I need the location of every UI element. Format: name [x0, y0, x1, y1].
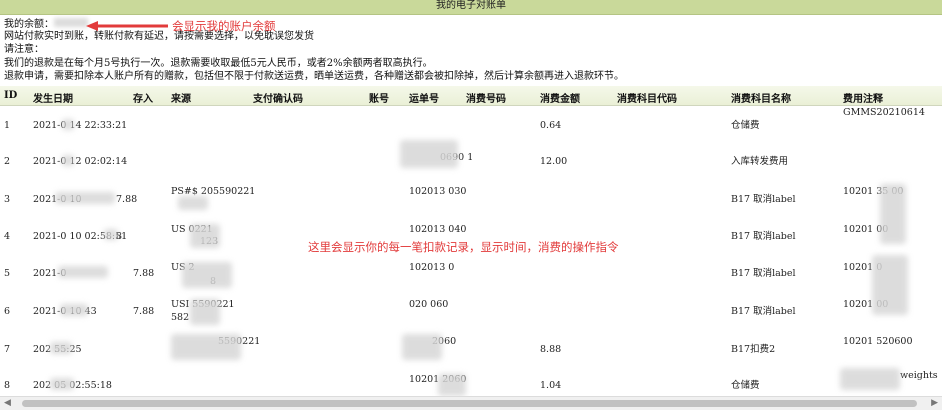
cell-date: 2021-0 12 02:02:14: [33, 156, 128, 167]
col-account: 账号: [369, 94, 389, 105]
redaction-smudge: [55, 192, 115, 204]
redaction-smudge: [190, 299, 220, 325]
cell-id: 3: [4, 194, 11, 205]
cell-confirm-code: 582: [171, 312, 190, 323]
cell-item-name: B17 取消label: [731, 268, 796, 279]
cell-deposit: 7.88: [133, 306, 155, 317]
info-line-refund-schedule: 我们的退款是在每个月5号执行一次。退款需要收取最低5元人民币，或者2%余额两者取…: [4, 58, 433, 69]
redaction-smudge: [104, 229, 118, 240]
records-annotation: 这里会显示你的每一笔扣款记录，显示时间，消费的操作指令: [308, 240, 619, 254]
scroll-right-arrow-icon[interactable]: ▶: [931, 398, 938, 408]
cell-item-name: 仓储费: [731, 120, 760, 131]
cell-deposit: 7.88: [116, 194, 138, 205]
page-title-bar: 我的电子对账单: [0, 0, 942, 15]
redaction-smudge: [182, 262, 232, 288]
redaction-smudge: [402, 334, 442, 360]
cell-item-name: B17扣费2: [731, 344, 776, 355]
col-note: 费用注释: [843, 94, 883, 105]
cell-waybill: 102013 030: [409, 186, 467, 197]
redaction-smudge: [880, 184, 906, 244]
cell-id: 5: [4, 268, 11, 279]
cell-waybill: 102013 0: [409, 262, 455, 273]
cell-item-name: B17 取消label: [731, 194, 796, 205]
col-item-code: 消费科目代码: [617, 94, 677, 105]
redaction-smudge: [190, 224, 220, 248]
col-deposit: 存入: [133, 94, 153, 105]
cell-id: 4: [4, 231, 11, 242]
col-date: 发生日期: [33, 94, 73, 105]
redaction-smudge: [50, 342, 72, 354]
cell-amount: 8.88: [540, 344, 562, 355]
statement-table-header: ID 发生日期 存入 来源 支付确认码 账号 运单号 消费号码 消费金额 消费科…: [0, 86, 942, 106]
cell-item-name: B17 取消label: [731, 306, 796, 317]
col-consume-no: 消费号码: [466, 94, 506, 105]
cell-item-name: 仓储费: [731, 380, 760, 391]
cell-date: 2021-0 14 22:33:21: [33, 120, 128, 131]
redaction-smudge: [171, 334, 241, 360]
redaction-smudge: [58, 266, 108, 278]
balance-annotation: 会显示我的账户余额: [172, 19, 276, 33]
cell-waybill: 102013 040: [409, 224, 467, 235]
redaction-smudge: [60, 304, 88, 316]
redaction-smudge: [872, 255, 908, 315]
cell-item-name: 入库转发费用: [731, 156, 789, 167]
redaction-smudge: [840, 368, 900, 390]
cell-id: 2: [4, 156, 11, 167]
cell-note: 10201 520600: [843, 336, 913, 347]
cell-waybill: 020 060: [409, 299, 449, 310]
cell-amount: 1.04: [540, 380, 562, 391]
col-amount: 消费金额: [540, 94, 580, 105]
balance-label: 我的余额：: [4, 19, 54, 30]
cell-note: weights: [900, 370, 938, 381]
horizontal-scrollbar[interactable]: ◀ ▶: [0, 396, 942, 410]
cell-amount: 12.00: [540, 156, 568, 167]
col-waybill: 运单号: [409, 94, 439, 105]
scrollbar-thumb[interactable]: [22, 400, 917, 407]
redaction-smudge: [62, 155, 74, 166]
cell-item-name: B17 取消label: [731, 231, 796, 242]
redaction-smudge: [178, 196, 208, 210]
cell-id: 7: [4, 344, 11, 355]
redaction-smudge: [50, 378, 74, 390]
cell-id: 6: [4, 306, 11, 317]
cell-note: GMMS20210614: [843, 107, 925, 118]
cell-amount: 0.64: [540, 120, 562, 131]
col-source: 来源: [171, 94, 191, 105]
balance-value-redacted: [54, 18, 88, 27]
info-line-notice-heading: 请注意：: [4, 44, 44, 55]
annotation-arrow-icon: [86, 21, 168, 31]
col-id: ID: [4, 90, 18, 101]
redaction-smudge: [400, 140, 458, 168]
cell-id: 8: [4, 380, 11, 391]
info-line-refund-terms: 退款申请，需要扣除本人账户所有的赠款，包括但不限于付款送运费，晒单送运费，各种赠…: [4, 71, 624, 82]
balance-line: 我的余额：: [4, 18, 88, 31]
cell-id: 1: [4, 120, 11, 131]
col-item-name: 消费科目名称: [731, 94, 791, 105]
scroll-left-arrow-icon[interactable]: ◀: [4, 398, 11, 408]
col-confirm-code: 支付确认码: [253, 94, 303, 105]
page-title: 我的电子对账单: [436, 0, 506, 11]
cell-deposit: 7.88: [133, 268, 155, 279]
redaction-smudge: [62, 119, 74, 130]
redaction-smudge: [438, 374, 466, 396]
